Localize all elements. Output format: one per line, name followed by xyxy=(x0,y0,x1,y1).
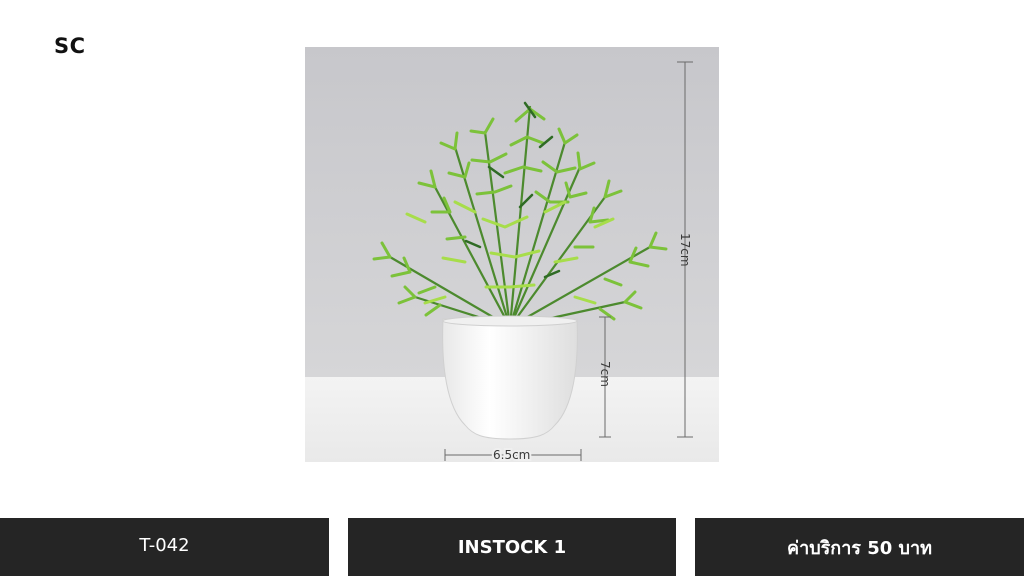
service-fee: ค่าบริการ 50 บาท xyxy=(787,537,932,559)
plant-pot xyxy=(442,318,578,440)
height-label: 17cm xyxy=(678,233,692,267)
product-photo: 17cm 7cm 6.5cm xyxy=(305,47,719,462)
product-code-bar: T-042 xyxy=(0,518,329,576)
service-fee-bar: ค่าบริการ 50 บาท xyxy=(695,518,1024,576)
brand-logo: SC xyxy=(54,34,86,58)
stock-bar: INSTOCK 1 xyxy=(348,518,676,576)
product-code: T-042 xyxy=(139,534,190,556)
pot-height-label: 7cm xyxy=(598,361,612,387)
pot-width-label: 6.5cm xyxy=(493,448,530,462)
stock-status: INSTOCK 1 xyxy=(457,536,567,558)
